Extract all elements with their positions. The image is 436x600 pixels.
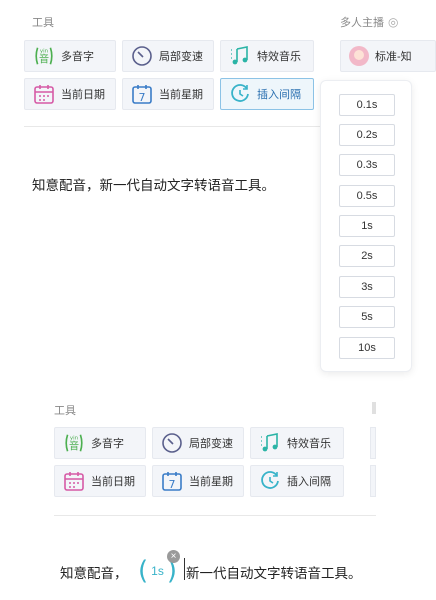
insert-pause-button[interactable]: 插入间隔	[220, 78, 314, 110]
clock-pause-icon	[259, 470, 281, 492]
tools-section-label: 工具	[54, 405, 76, 417]
multi-speaker-label: 多人主播 ◎	[340, 14, 398, 30]
current-date-button[interactable]: 当前日期	[24, 78, 116, 110]
pause-option[interactable]: 0.3s	[339, 154, 395, 176]
clipped-button-edge	[370, 427, 376, 459]
speed-dial-icon	[161, 432, 183, 454]
insert-pause-button[interactable]: 插入间隔	[250, 465, 344, 497]
current-weekday-button[interactable]: 7 当前星期	[152, 465, 244, 497]
local-speed-button[interactable]: 局部变速	[152, 427, 244, 459]
pause-option[interactable]: 0.2s	[339, 124, 395, 146]
calendar-icon	[63, 470, 85, 492]
svg-text:yin: yin	[40, 48, 49, 54]
current-date-button[interactable]: 当前日期	[54, 465, 146, 497]
pause-option[interactable]: 2s	[339, 245, 395, 267]
polyphonic-button[interactable]: yin 音 多音字	[24, 40, 116, 72]
pause-option[interactable]: 10s	[339, 337, 395, 359]
weekday-icon: 7	[131, 83, 153, 105]
speaker-name: 标准-知	[375, 51, 412, 63]
local-speed-label: 局部变速	[159, 51, 203, 63]
polyphonic-label: 多音字	[61, 51, 94, 63]
weekday-icon: 7	[161, 470, 183, 492]
svg-text:yin: yin	[70, 435, 79, 441]
tools-section-label: 工具	[32, 17, 54, 29]
local-speed-label: 局部变速	[189, 438, 233, 450]
speaker-avatar	[349, 46, 369, 66]
pause-option[interactable]: 3s	[339, 276, 395, 298]
multi-speaker-text: 多人主播	[340, 17, 384, 29]
pause-option[interactable]: 0.5s	[339, 185, 395, 207]
current-weekday-button[interactable]: 7 当前星期	[122, 78, 214, 110]
sound-effect-label: 特效音乐	[257, 51, 301, 63]
svg-text:音: 音	[69, 439, 79, 452]
sound-effect-button[interactable]: 特效音乐	[250, 427, 344, 459]
speed-dial-icon	[131, 45, 153, 67]
pause-option[interactable]: 5s	[339, 306, 395, 328]
polyphonic-label: 多音字	[91, 438, 124, 450]
pinyin-icon: yin 音	[63, 432, 85, 454]
current-weekday-label: 当前星期	[159, 89, 203, 101]
music-note-icon	[259, 432, 281, 454]
editor-panel-top: 工具 多人主播 ◎ 标准-知 yin 音 多音字 局部变速 特效音乐 当前日期 …	[0, 0, 436, 380]
polyphonic-button[interactable]: yin 音 多音字	[54, 427, 146, 459]
current-weekday-label: 当前星期	[189, 476, 233, 488]
bracket-left: (	[138, 556, 149, 586]
settings-icon[interactable]: ◎	[388, 15, 398, 29]
insert-pause-label: 插入间隔	[257, 89, 301, 101]
insert-pause-label: 插入间隔	[287, 476, 331, 488]
sound-effect-label: 特效音乐	[287, 438, 331, 450]
editor-text-before[interactable]: 知意配音，	[60, 562, 128, 582]
text-cursor	[184, 558, 185, 580]
current-date-label: 当前日期	[61, 89, 105, 101]
music-note-icon	[229, 45, 251, 67]
svg-text:音: 音	[39, 52, 49, 65]
clipped-button-edge	[370, 465, 376, 497]
editor-text[interactable]: 知意配音，新一代自动文字转语音工具。	[32, 174, 275, 194]
clock-pause-icon	[229, 83, 251, 105]
remove-pause-icon[interactable]: ×	[167, 550, 180, 563]
pause-marker-value: 1s	[151, 564, 164, 578]
local-speed-button[interactable]: 局部变速	[122, 40, 214, 72]
calendar-icon	[33, 83, 55, 105]
pause-marker[interactable]: ( 1s ) ×	[138, 550, 180, 586]
sound-effect-button[interactable]: 特效音乐	[220, 40, 314, 72]
speaker-select-button[interactable]: 标准-知	[340, 40, 436, 72]
current-date-label: 当前日期	[91, 476, 135, 488]
svg-text:7: 7	[139, 91, 146, 104]
pause-option[interactable]: 0.1s	[339, 94, 395, 116]
toolbar-divider	[24, 126, 324, 127]
svg-text:7: 7	[169, 478, 176, 491]
toolbar-divider	[54, 515, 376, 516]
pause-duration-dropdown: 0.1s 0.2s 0.3s 0.5s 1s 2s 3s 5s 10s	[320, 80, 412, 372]
pinyin-icon: yin 音	[33, 45, 55, 67]
editor-text-after[interactable]: 新一代自动文字转语音工具。	[186, 562, 362, 582]
scroll-edge	[372, 402, 376, 414]
pause-option[interactable]: 1s	[339, 215, 395, 237]
